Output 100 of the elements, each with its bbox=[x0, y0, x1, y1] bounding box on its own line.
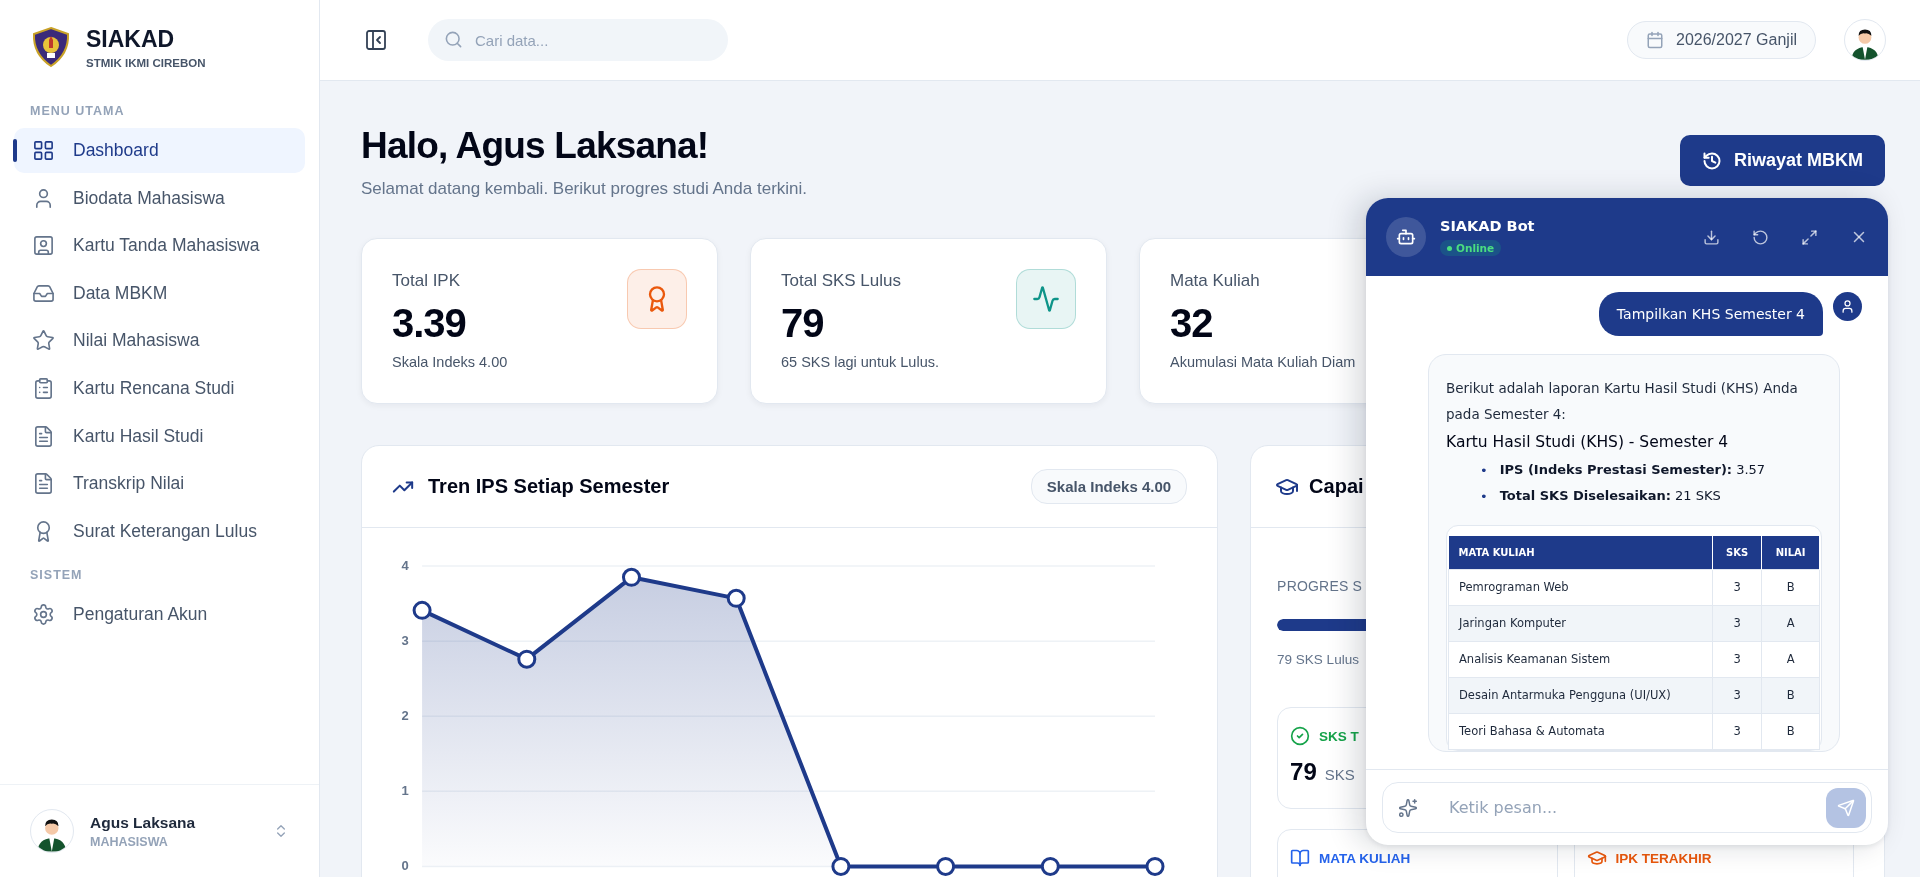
rotate-icon bbox=[1752, 228, 1769, 246]
table-cell: Pemrograman Web bbox=[1448, 569, 1713, 605]
page-title: Halo, Agus Laksana! bbox=[361, 125, 710, 167]
nav-item[interactable]: Kartu Hasil Studi bbox=[14, 413, 305, 459]
sparkle-icon bbox=[1398, 798, 1418, 818]
history-icon bbox=[1702, 150, 1722, 171]
axis-label: 1 bbox=[401, 783, 409, 799]
status-badge: Online bbox=[1440, 240, 1502, 256]
nav-item[interactable]: Data MBKM bbox=[14, 270, 305, 316]
nav-item[interactable]: Biodata Mahasiswa bbox=[14, 175, 305, 221]
message-heading: Kartu Hasil Studi (KHS) - Semester 4 bbox=[1446, 433, 1730, 451]
section-label: SISTEM bbox=[29, 567, 84, 585]
search-icon bbox=[444, 30, 463, 49]
send-icon bbox=[1837, 799, 1855, 817]
table-cell: Jaringan Komputer bbox=[1448, 605, 1713, 641]
brand-title: SIAKAD bbox=[86, 25, 176, 53]
document-icon bbox=[32, 472, 55, 496]
tile-label: SKS T bbox=[1319, 728, 1359, 744]
history-button[interactable]: Riwayat MBKM bbox=[1680, 135, 1885, 186]
scale-badge: Skala Indeks 4.00 bbox=[1030, 469, 1188, 504]
nav-item[interactable]: Kartu Rencana Studi bbox=[14, 365, 305, 411]
download-icon bbox=[1703, 228, 1720, 246]
message-text: Berikut adalah laporan Kartu Hasil Studi (KHS) Anda pada Semester 4: bbox=[1446, 379, 1799, 424]
bot-icon bbox=[1386, 217, 1426, 257]
search-field[interactable]: Cari data... bbox=[428, 19, 728, 61]
stat-label: Total SKS Lulus bbox=[781, 271, 902, 291]
table-cell: 3 bbox=[1712, 569, 1762, 605]
chat-title: SIAKAD Bot bbox=[1440, 218, 1535, 234]
table-cell: B bbox=[1761, 677, 1820, 713]
tile-label: MATA KULIAH bbox=[1319, 850, 1411, 866]
column-header: NILAI bbox=[1761, 536, 1820, 569]
stat-note: Akumulasi Mata Kuliah Diam bbox=[1170, 354, 1356, 370]
nav-item[interactable]: Nilai Mahasiswa bbox=[14, 318, 305, 364]
table-cell: 3 bbox=[1712, 641, 1762, 677]
calendar-icon bbox=[1646, 31, 1664, 49]
stat-label: Mata Kuliah bbox=[1170, 271, 1261, 291]
nav-item[interactable]: Dashboard bbox=[14, 128, 305, 173]
expand-button[interactable] bbox=[1801, 228, 1818, 246]
user-name: Agus Laksana bbox=[90, 813, 197, 832]
tile-unit: SKS bbox=[1324, 766, 1355, 783]
check-circle-icon bbox=[1290, 726, 1311, 746]
tile-value: 79 bbox=[1290, 758, 1317, 786]
document-icon bbox=[32, 424, 55, 448]
stat-value: 3.39 bbox=[392, 301, 467, 346]
card-title: Tren IPS Setiap Semester bbox=[428, 475, 670, 498]
bullet-mark: • bbox=[1480, 488, 1488, 504]
semester-badge[interactable]: 2026/2027 Ganjil bbox=[1627, 21, 1816, 59]
axis-label: 4 bbox=[401, 558, 409, 574]
stat-value: 32 bbox=[1170, 301, 1214, 346]
table-cell: B bbox=[1761, 713, 1820, 749]
user-role: MAHASISWA bbox=[90, 834, 169, 849]
axis-label: 0 bbox=[401, 858, 409, 874]
table-cell: Teori Bahasa & Automata bbox=[1448, 713, 1713, 749]
clipboard-icon bbox=[32, 376, 55, 400]
column-header: SKS bbox=[1712, 536, 1762, 569]
data-point bbox=[622, 567, 641, 587]
avatar[interactable] bbox=[1844, 19, 1886, 61]
progress-label: PROGRES S bbox=[1277, 578, 1363, 594]
brand-subtitle: STMIK IKMI CIREBON bbox=[86, 56, 206, 69]
grid-icon bbox=[32, 139, 55, 162]
nav-item[interactable]: Surat Keterangan Lulus bbox=[14, 508, 305, 554]
stat-label: Total IPK bbox=[392, 271, 462, 291]
id-card-icon bbox=[32, 234, 55, 258]
table-cell: A bbox=[1761, 641, 1820, 677]
reset-button[interactable] bbox=[1752, 228, 1769, 246]
list-item: IPS (Indeks Prestasi Semester): 3.57 bbox=[1499, 461, 1766, 479]
star-icon bbox=[32, 329, 55, 353]
axis-label: 2 bbox=[401, 708, 409, 724]
stat-note: 65 SKS lagi untuk Lulus. bbox=[781, 354, 939, 370]
user-message: Tampilkan KHS Semester 4 bbox=[1598, 292, 1823, 336]
data-point bbox=[412, 600, 432, 620]
expand-icon bbox=[1801, 228, 1818, 246]
user-icon bbox=[1833, 292, 1862, 321]
nav-item[interactable]: Pengaturan Akun bbox=[14, 592, 305, 638]
table-cell: 3 bbox=[1712, 605, 1762, 641]
settings-icon bbox=[32, 603, 55, 627]
data-point bbox=[726, 588, 746, 608]
card-title: Capai bbox=[1309, 475, 1364, 498]
message-field[interactable]: Ketik pesan... bbox=[1382, 782, 1872, 833]
download-button[interactable] bbox=[1703, 228, 1720, 246]
book-icon bbox=[1290, 848, 1311, 868]
axis-label: 3 bbox=[401, 633, 409, 649]
table-cell: 3 bbox=[1712, 677, 1762, 713]
table-cell: A bbox=[1761, 605, 1820, 641]
list-item: Total SKS Diselesaikan: 21 SKS bbox=[1499, 487, 1721, 505]
column-header: MATA KULIAH bbox=[1448, 536, 1713, 569]
table-cell: Analisis Keamanan Sistem bbox=[1448, 641, 1713, 677]
stat-note: Skala Indeks 4.00 bbox=[392, 354, 508, 370]
table-cell: Desain Antarmuka Pengguna (UI/UX) bbox=[1448, 677, 1713, 713]
table-cell: 3 bbox=[1712, 713, 1762, 749]
stat-value: 79 bbox=[781, 301, 825, 346]
logo-icon bbox=[30, 26, 72, 68]
page-subtitle: Selamat datang kembali. Berikut progres studi Anda terkini. bbox=[361, 179, 808, 199]
graduation-cap-icon bbox=[1586, 848, 1607, 868]
progress-note: 79 SKS Lulus bbox=[1277, 652, 1359, 667]
section-label: MENU UTAMA bbox=[29, 103, 126, 120]
bullet-mark: • bbox=[1480, 462, 1488, 478]
nav-item[interactable]: Kartu Tanda Mahasiswa bbox=[14, 223, 305, 269]
nav-item[interactable]: Transkrip Nilai bbox=[14, 461, 305, 507]
tile-label: IPK TERAKHIR bbox=[1615, 850, 1712, 866]
